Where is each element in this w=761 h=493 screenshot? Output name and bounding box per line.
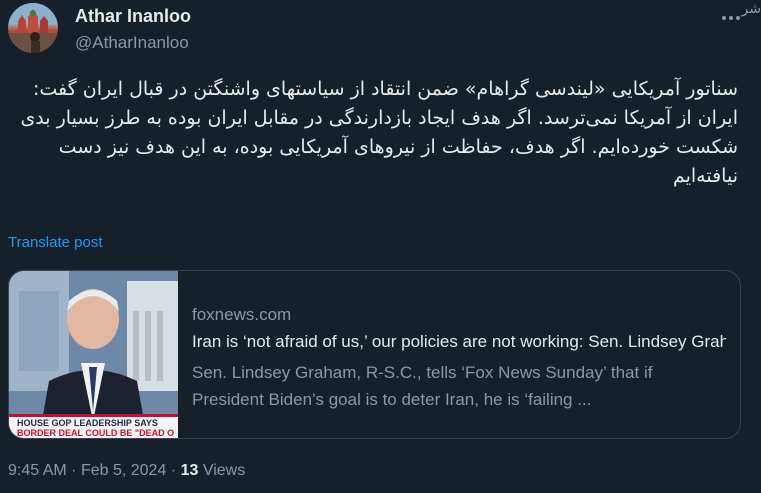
separator: · bbox=[71, 462, 77, 479]
tweet-date[interactable]: Feb 5, 2024 bbox=[81, 462, 166, 479]
watermark: شر bbox=[741, 0, 761, 16]
translate-post-link[interactable]: Translate post bbox=[8, 234, 103, 251]
views-label: Views bbox=[202, 462, 246, 479]
author-name[interactable]: Athar Inanloo bbox=[75, 6, 191, 27]
more-dots-icon[interactable] bbox=[719, 8, 743, 28]
thumb-banner-line: HOUSE GOP LEADERSHIP SAYS bbox=[17, 418, 158, 428]
views-count: 13 bbox=[180, 462, 199, 479]
avatar[interactable] bbox=[8, 3, 58, 53]
card-title: Iran is ‘not afraid of us,’ our policies… bbox=[192, 332, 726, 351]
card-description-line: President Biden’s goal is to deter Iran,… bbox=[192, 390, 592, 409]
tweet-time[interactable]: 9:45 AM bbox=[8, 462, 67, 479]
card-thumbnail: HOUSE GOP LEADERSHIP SAYS BORDER DEAL CO… bbox=[9, 271, 178, 438]
link-card[interactable]: HOUSE GOP LEADERSHIP SAYS BORDER DEAL CO… bbox=[8, 270, 741, 439]
author-handle[interactable]: @AtharInanloo bbox=[75, 33, 189, 53]
tweet-line: سناتور آمریکایی «لیندسی گراهام» ضمن انتق… bbox=[33, 78, 738, 100]
card-description-line: Sen. Lindsey Graham, R-S.C., tells ‘Fox … bbox=[192, 363, 653, 382]
card-description: Sen. Lindsey Graham, R-S.C., tells ‘Fox … bbox=[192, 359, 726, 413]
card-domain: foxnews.com bbox=[192, 305, 292, 324]
separator: · bbox=[170, 462, 177, 479]
tweet-meta: 9:45 AM · Feb 5, 2024 · 13 Views bbox=[8, 462, 245, 480]
tweet-line: ایران از آمریکا نمی‌ترسد. اگر هدف ایجاد … bbox=[20, 107, 738, 187]
tweet-text: سناتور آمریکایی «لیندسی گراهام» ضمن انتق… bbox=[10, 75, 738, 191]
thumb-banner-line: BORDER DEAL COULD BE "DEAD O bbox=[17, 428, 175, 438]
